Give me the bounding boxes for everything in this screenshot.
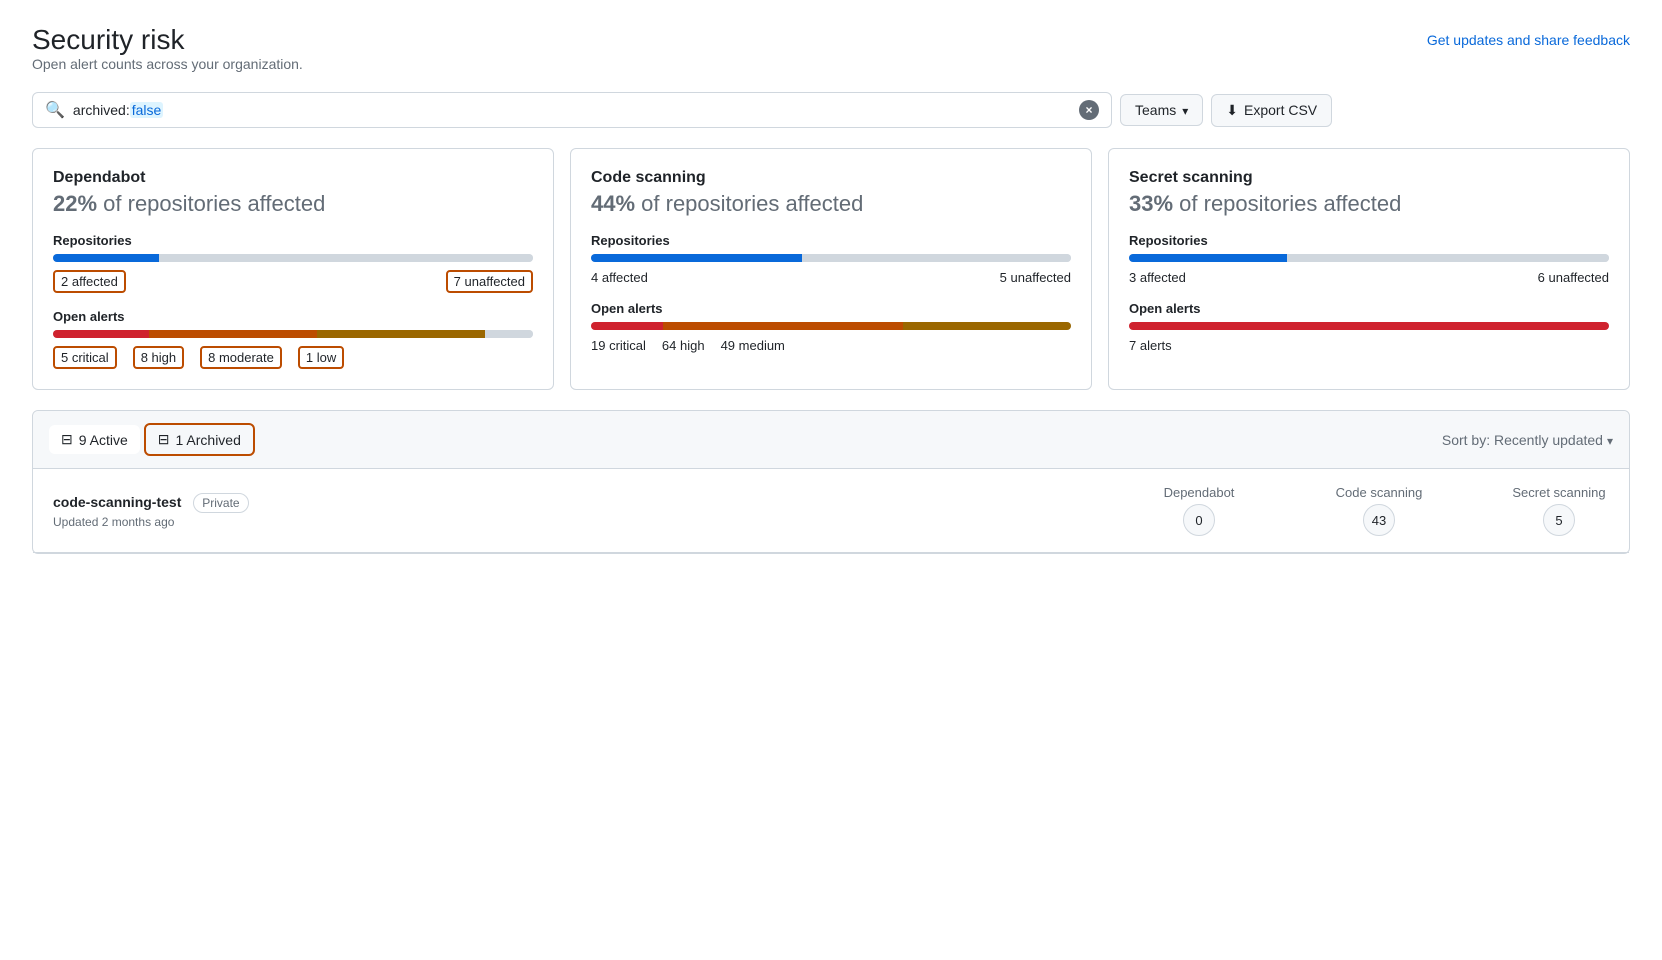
code-scanning-title: Code scanning (591, 169, 1071, 187)
tab-active-label: 9 Active (79, 432, 128, 448)
search-query: archived:false (73, 102, 1071, 118)
dependabot-repo-bar (53, 254, 533, 262)
cards-row: Dependabot 22% of repositories affected … (32, 148, 1630, 390)
page-title: Security risk (32, 24, 303, 56)
feedback-link[interactable]: Get updates and share feedback (1427, 32, 1630, 48)
dependabot-repo-stats: 2 affected 7 unaffected (53, 270, 533, 293)
code-scanning-alerts-label: Open alerts (591, 301, 1071, 316)
secret-scanning-card: Secret scanning 33% of repositories affe… (1108, 148, 1630, 390)
download-icon: ⬇ (1226, 102, 1238, 119)
secret-scanning-col-header: Secret scanning (1509, 485, 1609, 500)
dependabot-count: 0 (1183, 504, 1215, 536)
repo-info: code-scanning-test Private Updated 2 mon… (53, 493, 1149, 529)
query-value: false (130, 102, 164, 118)
dependabot-alerts-bar (53, 330, 533, 338)
code-scanning-high: 64 high (662, 338, 705, 353)
dependabot-card: Dependabot 22% of repositories affected … (32, 148, 554, 390)
dependabot-alert-stats: 5 critical 8 high 8 moderate 1 low (53, 346, 533, 369)
secret-scanning-col: Secret scanning 5 (1509, 485, 1609, 536)
code-scanning-card: Code scanning 44% of repositories affect… (570, 148, 1092, 390)
secret-scanning-repo-stats: 3 affected 6 unaffected (1129, 270, 1609, 285)
secret-scanning-pct: 33% of repositories affected (1129, 191, 1609, 217)
export-label: Export CSV (1244, 102, 1317, 118)
code-scanning-medium: 49 medium (721, 338, 785, 353)
dependabot-high: 8 high (133, 346, 184, 369)
search-icon: 🔍 (45, 100, 65, 120)
code-scanning-unaffected: 5 unaffected (1000, 270, 1071, 285)
dependabot-alerts-label: Open alerts (53, 309, 533, 324)
secret-scanning-alert-stats: 7 alerts (1129, 338, 1609, 353)
repo-archived-icon: ⊟ (158, 431, 170, 448)
code-scanning-count: 43 (1363, 504, 1395, 536)
dependabot-unaffected: 7 unaffected (446, 270, 533, 293)
sort-dropdown[interactable]: Sort by: Recently updated (1442, 432, 1613, 448)
repo-name[interactable]: code-scanning-test (53, 494, 181, 510)
tab-active[interactable]: ⊟ 9 Active (49, 425, 140, 454)
secret-scanning-total: 7 alerts (1129, 338, 1172, 353)
search-bar[interactable]: 🔍 archived:false × (32, 92, 1112, 128)
secret-scanning-unaffected: 6 unaffected (1538, 270, 1609, 285)
code-scanning-repos-label: Repositories (591, 233, 1071, 248)
dependabot-low: 1 low (298, 346, 344, 369)
sort-chevron-icon (1607, 432, 1613, 448)
code-scanning-critical: 19 critical (591, 338, 646, 353)
secret-scanning-title: Secret scanning (1129, 169, 1609, 187)
code-scanning-alert-stats: 19 critical 64 high 49 medium (591, 338, 1071, 353)
tab-archived-label: 1 Archived (176, 432, 241, 448)
repo-updated: Updated 2 months ago (53, 515, 1149, 529)
dependabot-affected: 2 affected (53, 270, 126, 293)
dependabot-col: Dependabot 0 (1149, 485, 1249, 536)
teams-label: Teams (1135, 102, 1176, 118)
query-keyword: archived: (73, 102, 130, 118)
tab-archived[interactable]: ⊟ 1 Archived (144, 423, 255, 456)
page-subtitle: Open alert counts across your organizati… (32, 56, 303, 72)
repo-active-icon: ⊟ (61, 431, 73, 448)
tabs-header: ⊟ 9 Active ⊟ 1 Archived Sort by: Recentl… (33, 411, 1629, 469)
dependabot-critical: 5 critical (53, 346, 117, 369)
table-row: code-scanning-test Private Updated 2 mon… (33, 469, 1629, 553)
dependabot-title: Dependabot (53, 169, 533, 187)
dependabot-repos-label: Repositories (53, 233, 533, 248)
search-bar-row: 🔍 archived:false × Teams ⬇ Export CSV (32, 92, 1630, 128)
tabs-left: ⊟ 9 Active ⊟ 1 Archived (49, 423, 255, 456)
repo-cols: Dependabot 0 Code scanning 43 Secret sca… (1149, 485, 1609, 536)
chevron-down-icon (1182, 102, 1188, 118)
dependabot-moderate: 8 moderate (200, 346, 282, 369)
code-scanning-col-header: Code scanning (1329, 485, 1429, 500)
secret-scanning-repos-label: Repositories (1129, 233, 1609, 248)
clear-search-button[interactable]: × (1079, 100, 1099, 120)
code-scanning-pct: 44% of repositories affected (591, 191, 1071, 217)
secret-scanning-repo-bar (1129, 254, 1609, 262)
sort-label: Sort by: Recently updated (1442, 432, 1603, 448)
secret-scanning-affected: 3 affected (1129, 270, 1186, 285)
teams-button[interactable]: Teams (1120, 94, 1203, 126)
page-header: Security risk Open alert counts across y… (32, 24, 1630, 88)
secret-scanning-alerts-bar (1129, 322, 1609, 330)
code-scanning-col: Code scanning 43 (1329, 485, 1429, 536)
code-scanning-repo-bar (591, 254, 1071, 262)
export-csv-button[interactable]: ⬇ Export CSV (1211, 94, 1332, 127)
dependabot-col-header: Dependabot (1149, 485, 1249, 500)
dependabot-pct: 22% of repositories affected (53, 191, 533, 217)
tabs-section: ⊟ 9 Active ⊟ 1 Archived Sort by: Recentl… (32, 410, 1630, 554)
repo-visibility-badge: Private (193, 493, 248, 513)
code-scanning-repo-stats: 4 affected 5 unaffected (591, 270, 1071, 285)
secret-scanning-count: 5 (1543, 504, 1575, 536)
secret-scanning-alerts-label: Open alerts (1129, 301, 1609, 316)
code-scanning-affected: 4 affected (591, 270, 648, 285)
code-scanning-alerts-bar (591, 322, 1071, 330)
